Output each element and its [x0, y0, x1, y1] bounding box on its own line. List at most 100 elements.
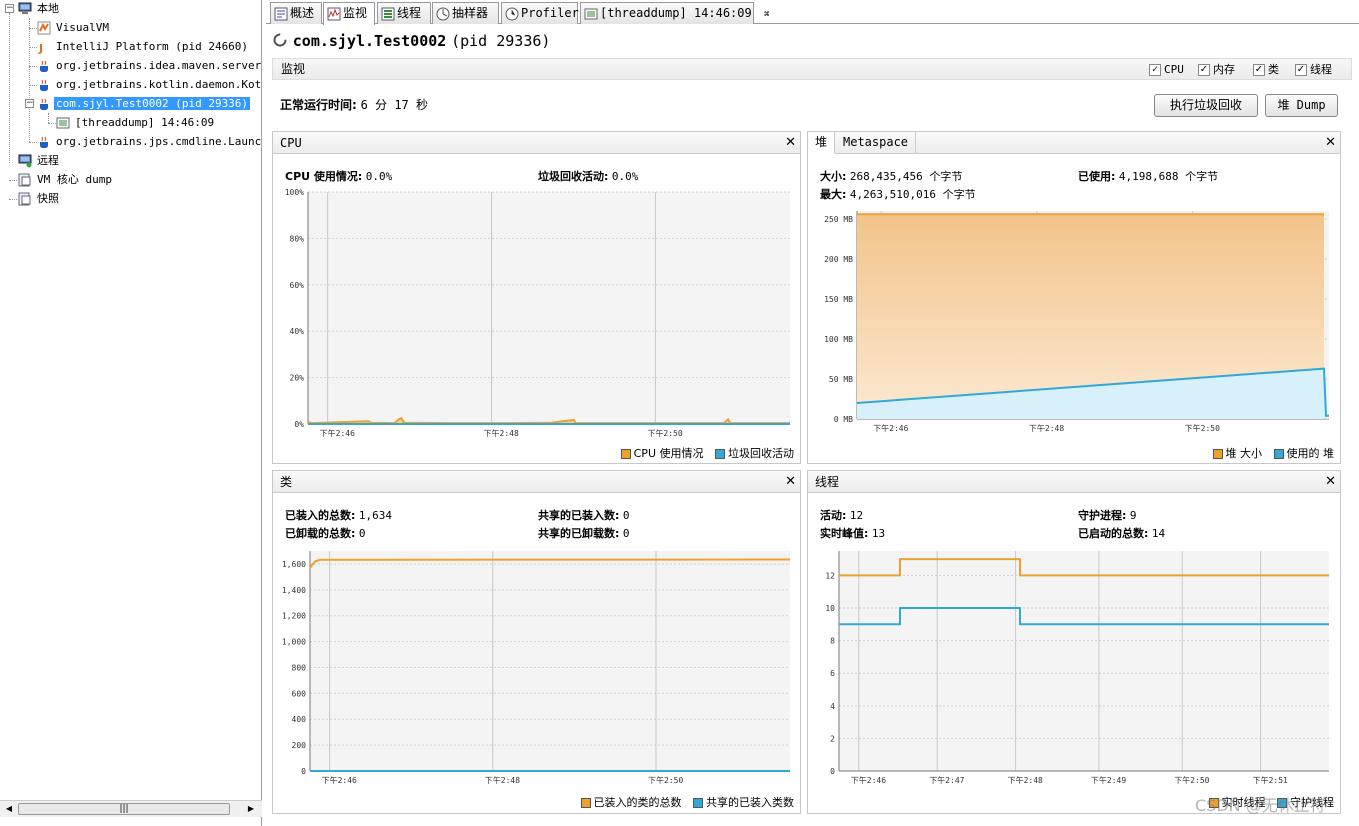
- tab-threaddump[interactable]: [threaddump] 14:46:09 ⌘: [580, 2, 769, 24]
- tab-heap[interactable]: 堆: [808, 132, 836, 154]
- close-icon[interactable]: ✕: [1325, 471, 1336, 493]
- tree-line: [9, 199, 17, 200]
- applications-panel: − 本地 VisualVM J IntelliJ Platform (pid 24…: [0, 0, 262, 826]
- scroll-left-icon[interactable]: ◀: [2, 803, 16, 815]
- tab-profiler[interactable]: Profiler: [501, 2, 579, 24]
- stat-value: 268,435,456 个字节: [849, 170, 963, 183]
- memory-checkbox[interactable]: ✓ 内存: [1198, 63, 1235, 77]
- tree-node-kotlin[interactable]: org.jetbrains.kotlin.daemon.Kotlin: [37, 76, 262, 94]
- stat-value: 0: [622, 509, 630, 522]
- monitor-icon: [327, 7, 341, 20]
- shared-unloaded-stat: 共享的已卸载数: 0: [538, 525, 630, 541]
- tree-node-maven[interactable]: org.jetbrains.idea.maven.server.Re: [37, 57, 262, 75]
- threads-checkbox[interactable]: ✓ 线程: [1295, 63, 1332, 77]
- x-tick-label: 下午2:46: [873, 423, 908, 433]
- cpu-chart: 0% 20% 40% 60% 80% 100% 下午2:46 下午2:48 下午2:50: [285, 188, 790, 438]
- heap-dump-button[interactable]: 堆 Dump: [1265, 94, 1338, 117]
- tree-label: VisualVM: [56, 21, 109, 34]
- checkbox-label: 内存: [1213, 63, 1235, 76]
- stat-value: 1,634: [358, 509, 393, 522]
- plot-area: [308, 192, 790, 424]
- tab-threads[interactable]: 线程: [377, 2, 431, 24]
- classes-checkbox[interactable]: ✓ 类: [1253, 63, 1279, 77]
- y-tick-label: 1,200: [282, 612, 306, 621]
- cpu-checkbox[interactable]: ✓ CPU: [1149, 63, 1184, 77]
- close-icon[interactable]: ✕: [785, 471, 796, 493]
- peak-threads-stat: 实时峰值: 13: [820, 525, 885, 541]
- x-tick-label: 下午2:49: [1091, 775, 1126, 785]
- checkbox-checked-icon: ✓: [1198, 64, 1210, 76]
- tree-node-app[interactable]: com.sjyl.Test0002 (pid 29336): [37, 95, 251, 113]
- tab-close-icon[interactable]: ⌘: [764, 10, 769, 20]
- tree-node-jps[interactable]: org.jetbrains.jps.cmdline.Launcher: [37, 133, 262, 151]
- collapse-local-toggle[interactable]: −: [5, 4, 14, 13]
- heap-chart: 0 MB 50 MB 100 MB 150 MB 200 MB 250 MB 下午2:46 下…: [824, 211, 1329, 433]
- tree-node-intellij[interactable]: J IntelliJ Platform (pid 24660): [37, 38, 250, 56]
- tree-node-visualvm[interactable]: VisualVM: [37, 19, 111, 37]
- stat-label: 守护进程:: [1078, 509, 1127, 522]
- checkbox-checked-icon: ✓: [1149, 64, 1161, 76]
- legend-label: 垃圾回收活动: [728, 447, 794, 460]
- x-tick-label: 下午2:48: [1008, 775, 1043, 785]
- tree-line: [29, 28, 37, 29]
- stat-value: 13: [871, 527, 886, 540]
- tab-label: 概述: [290, 6, 315, 20]
- panel-header: 类 ✕: [273, 471, 800, 493]
- x-tick-label: 下午2:46: [851, 775, 886, 785]
- legend-swatch-blue: [693, 798, 703, 808]
- tree-label: org.jetbrains.kotlin.daemon.Kotlin: [56, 78, 262, 91]
- tree-node-remote[interactable]: 远程: [18, 152, 61, 170]
- tab-sampler[interactable]: 抽样器: [432, 2, 499, 24]
- stat-value: 9: [1129, 509, 1137, 522]
- tree-node-local[interactable]: 本地: [18, 0, 61, 18]
- y-tick-label: 0 MB: [834, 415, 853, 424]
- y-tick-label: 400: [292, 715, 307, 724]
- close-icon[interactable]: ✕: [1325, 132, 1336, 154]
- stat-label: 活动:: [820, 509, 847, 522]
- tab-monitor[interactable]: 监视: [323, 2, 375, 25]
- checkbox-checked-icon: ✓: [1253, 64, 1265, 76]
- stat-label: 大小:: [820, 170, 847, 183]
- tab-metaspace[interactable]: Metaspace: [836, 132, 917, 154]
- tree-line: [9, 180, 17, 181]
- visualvm-icon: [37, 21, 51, 35]
- x-tick-label: 下午2:48: [1029, 423, 1064, 433]
- stat-value: 0.0%: [365, 170, 393, 183]
- tab-label: [threaddump] 14:46:09: [600, 6, 752, 20]
- uptime-label: 正常运行时间:: [280, 98, 357, 112]
- y-tick-label: 40%: [290, 327, 305, 336]
- cpu-panel: CPU ✕ CPU 使用情况: 0.0% 垃圾回收活动: 0.0% 0% 20% 4…: [272, 131, 801, 464]
- tree-line: [29, 47, 37, 48]
- x-tick-label: 下午2:46: [322, 775, 357, 785]
- tree-label: 快照: [37, 192, 59, 205]
- stat-label: 已启动的总数:: [1078, 527, 1149, 540]
- tree-label: org.jetbrains.jps.cmdline.Launcher: [56, 135, 262, 148]
- y-tick-label: 12: [825, 571, 835, 580]
- tab-overview[interactable]: 概述: [270, 2, 322, 24]
- stat-value: 4,198,688 个字节: [1118, 170, 1219, 183]
- x-tick-label: 下午2:50: [648, 775, 683, 785]
- tree-node-threaddump[interactable]: [threaddump] 14:46:09: [56, 114, 216, 132]
- tree-horizontal-scrollbar[interactable]: ◀ ||| ▶: [0, 800, 262, 817]
- close-icon[interactable]: ✕: [785, 132, 796, 154]
- profiler-clock-icon: [505, 7, 519, 20]
- stat-value: 0: [622, 527, 630, 540]
- legend-swatch-orange: [580, 798, 591, 808]
- tree-node-coredump[interactable]: VM 核心 dump: [18, 171, 114, 189]
- loading-spinner-icon: [273, 33, 287, 47]
- perform-gc-button[interactable]: 执行垃圾回收: [1154, 94, 1258, 117]
- tree-label: IntelliJ Platform (pid 24660): [56, 40, 249, 53]
- tree-label-selected: com.sjyl.Test0002 (pid 29336): [54, 97, 251, 110]
- legend-label: 堆 大小: [1225, 447, 1263, 460]
- classes-panel: 类 ✕ 已装入的总数: 1,634 已卸载的总数: 0 共享的已装入数: 0 共…: [272, 470, 801, 814]
- collapse-app-toggle[interactable]: −: [25, 99, 34, 108]
- daemon-threads-stat: 守护进程: 9: [1078, 507, 1137, 523]
- tree-node-snapshot[interactable]: 快照: [18, 190, 61, 208]
- y-tick-label: 80%: [290, 234, 305, 243]
- panel-title: CPU: [280, 136, 302, 150]
- y-tick-label: 800: [292, 663, 307, 672]
- application-title: com.sjyl.Test0002 (pid 29336): [272, 32, 550, 50]
- panel-header: CPU ✕: [273, 132, 800, 154]
- scrollbar-thumb[interactable]: |||: [18, 803, 230, 815]
- scroll-right-icon[interactable]: ▶: [244, 803, 258, 815]
